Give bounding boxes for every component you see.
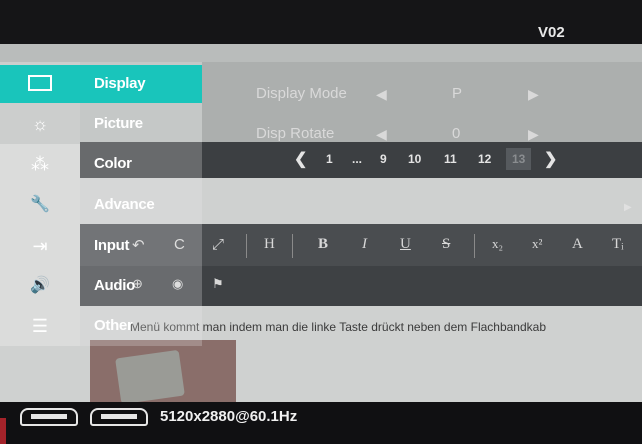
sliders-icon: ☰ [31, 316, 49, 336]
osd-menu-label: Color [94, 155, 132, 172]
port-1-icon [20, 408, 78, 426]
fullscreen-icon[interactable]: ⤢ [212, 236, 224, 254]
osd-menu-label: Audio [94, 277, 135, 294]
option-disp-rotate-value: 0 [452, 125, 461, 142]
superscript-button[interactable]: x² [532, 236, 542, 252]
underline-button[interactable]: U [400, 236, 411, 253]
monitor-photo: V02 eden ❮ 1 ... 9 10 11 12 13 ❯ ▶ ↶ C ⤢… [0, 0, 642, 444]
heading-button[interactable]: H [264, 236, 275, 253]
osd-menu-label: Picture [94, 115, 143, 132]
osd-topbar: V02 [0, 0, 642, 44]
page-link[interactable]: 12 [478, 152, 491, 166]
pagination-next-icon[interactable]: ❯ [544, 149, 557, 169]
page-link[interactable]: 1 [326, 152, 333, 166]
osd-menu-label: Display [94, 75, 146, 92]
option-right-arrow-icon[interactable]: ▶ [528, 86, 539, 103]
port-2-icon [90, 408, 148, 426]
subscript-button[interactable]: x₂ [492, 236, 503, 252]
scroll-right-icon[interactable]: ▶ [624, 202, 632, 213]
osd-menu-other[interactable]: ☰ Other [0, 307, 202, 345]
osd-menu-advance[interactable]: 🔧 Advance [0, 186, 202, 224]
page-link[interactable]: 9 [380, 152, 387, 166]
speaker-icon: 🔊 [30, 277, 50, 294]
option-right-arrow-icon[interactable]: ▶ [528, 126, 539, 143]
display-icon [26, 73, 54, 95]
option-display-mode-value: P [452, 85, 463, 102]
cable-photo [115, 349, 185, 405]
toolbar-divider [474, 234, 475, 258]
flag-icon[interactable]: ⚑ [212, 276, 224, 292]
osd-version: V02 [538, 24, 565, 41]
osd-menu-label: Other [94, 317, 133, 334]
osd-status-bar: 5120x2880@60.1Hz [0, 402, 642, 444]
pagination-prev-icon[interactable]: ❮ [294, 149, 307, 169]
photo-edge-accent [0, 418, 6, 444]
option-left-arrow-icon[interactable]: ◀ [376, 86, 387, 103]
osd-menu-color[interactable]: ⁂ Color [0, 145, 202, 183]
toolbar-divider [246, 234, 247, 258]
input-icon: ⇥ [32, 236, 48, 256]
option-display-mode-label: Display Mode [256, 85, 347, 102]
osd-menu-picture[interactable]: ☼ Picture [0, 105, 202, 143]
toolbar-divider [292, 234, 293, 258]
osd-menu-label: Advance [94, 196, 155, 213]
strikethrough-button[interactable]: S [442, 236, 450, 253]
option-disp-rotate-label: Disp Rotate [256, 125, 335, 142]
italic-button[interactable]: I [362, 236, 367, 253]
webpage-image-thumbnail[interactable] [90, 340, 236, 410]
brightness-icon: ☼ [31, 114, 49, 134]
page-link-current[interactable]: 13 [506, 148, 532, 170]
font-color-button[interactable]: A [572, 236, 583, 253]
page-ellipsis: ... [352, 152, 363, 166]
page-link[interactable]: 10 [408, 152, 421, 166]
osd-menu-input[interactable]: ⇥ Input [0, 227, 202, 265]
page-link[interactable]: 11 [444, 152, 457, 166]
osd-menu-audio[interactable]: 🔊 Audio [0, 267, 202, 305]
osd-menu-label: Input [94, 237, 130, 254]
color-dots-icon: ⁂ [31, 154, 49, 174]
osd-menu-display[interactable]: Display [0, 65, 202, 103]
bold-button[interactable]: B [318, 236, 328, 253]
option-left-arrow-icon[interactable]: ◀ [376, 126, 387, 143]
wrench-icon: 🔧 [30, 196, 50, 213]
resolution-readout: 5120x2880@60.1Hz [160, 408, 298, 425]
clear-format-button[interactable]: Tᵢ [612, 236, 624, 253]
